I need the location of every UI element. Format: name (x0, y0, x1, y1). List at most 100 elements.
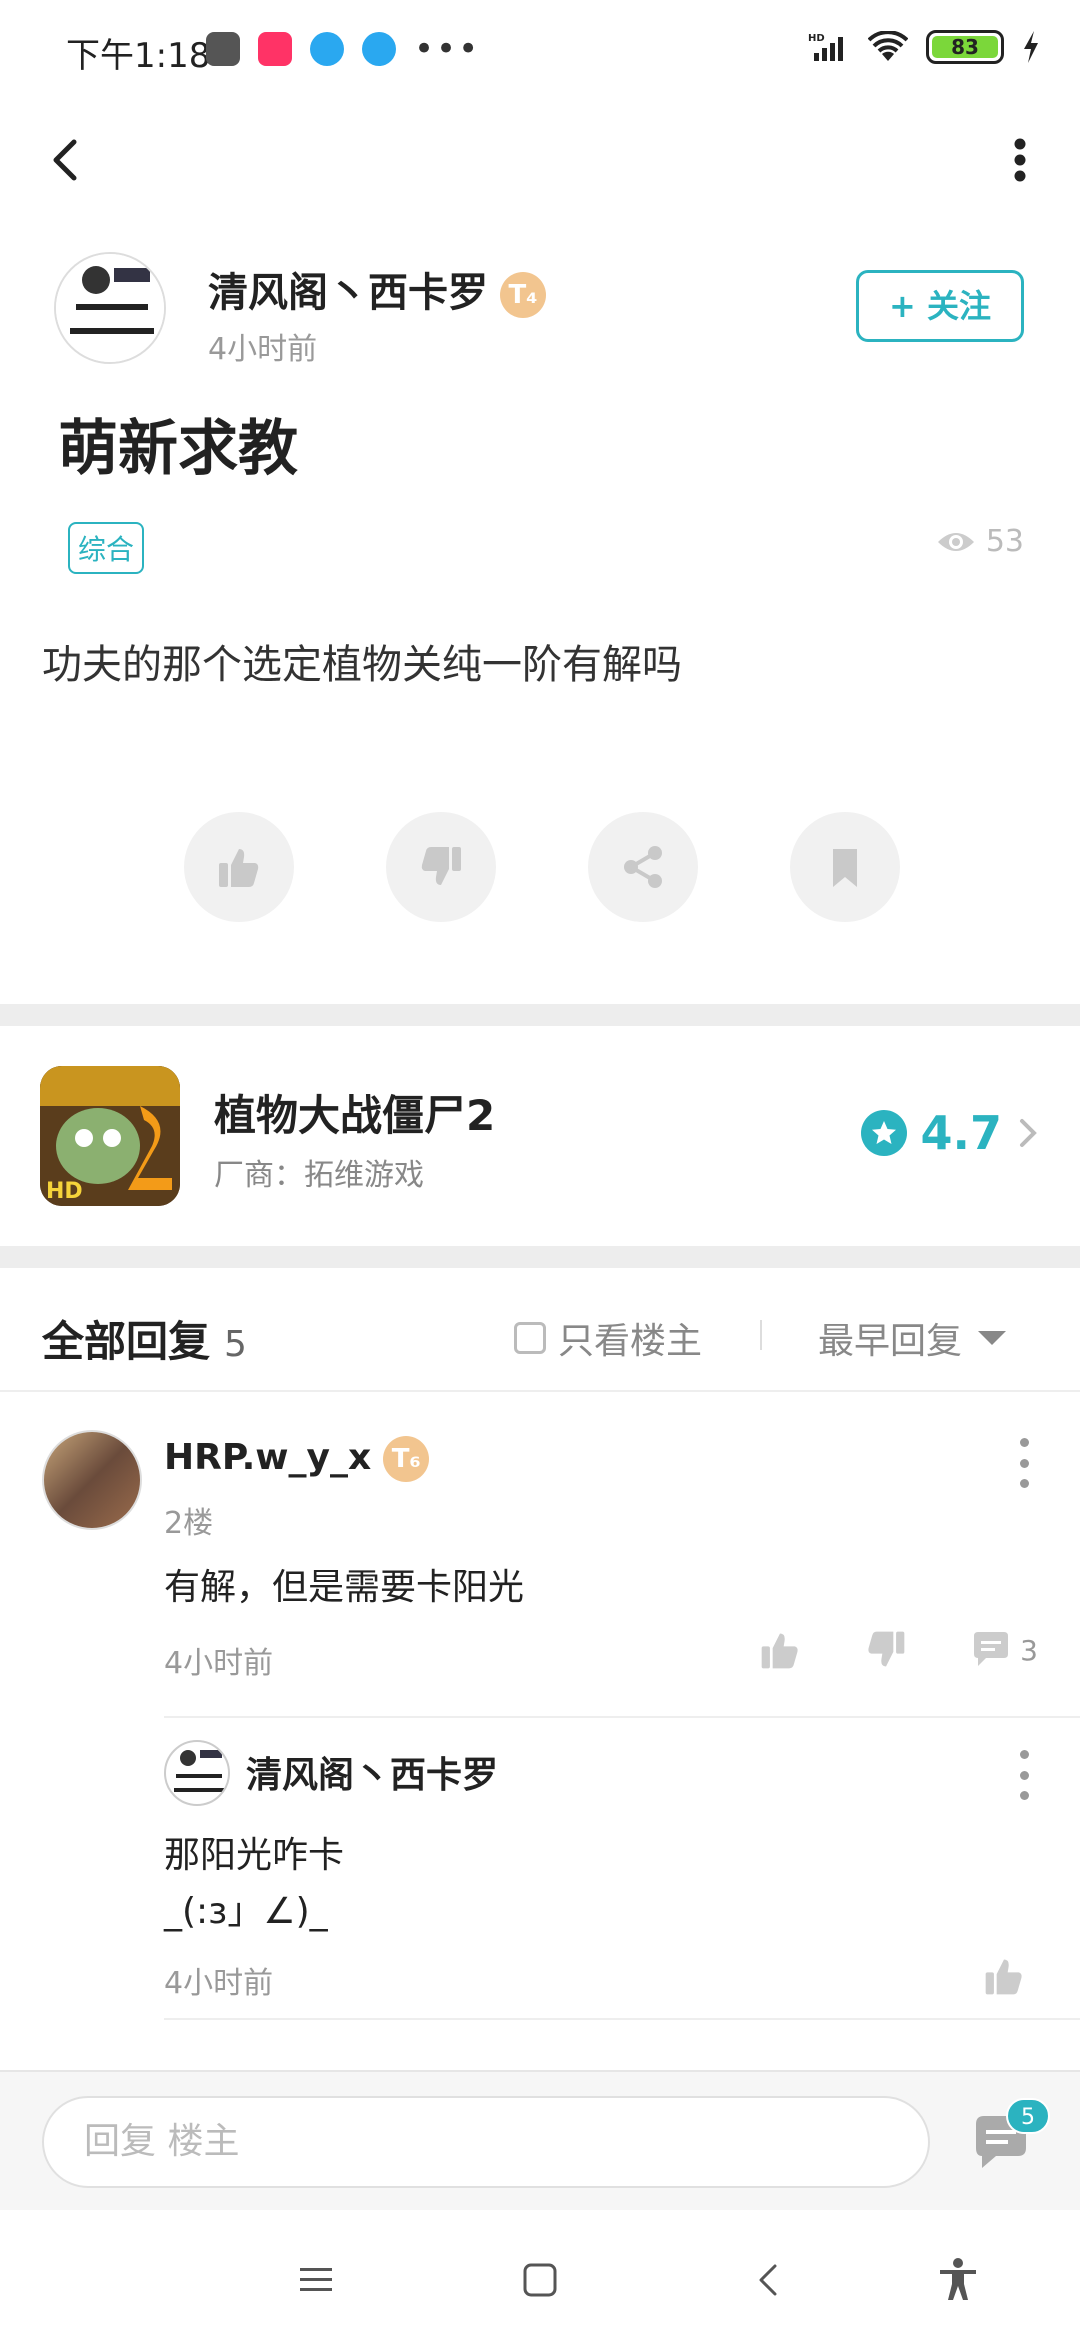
sub-reply-line-2: _(:з」∠)_ (164, 1891, 328, 1932)
reply-comment-button[interactable]: 3 (970, 1630, 1038, 1670)
post-title: 萌新求教 (58, 414, 298, 484)
wifi-icon (868, 31, 908, 61)
accessibility-button[interactable] (928, 2250, 988, 2310)
rating-value: 4.7 (920, 1106, 1003, 1160)
game-card[interactable]: HD 植物大战僵尸2 厂商：拓维游戏 4.7 (0, 1026, 1080, 1246)
sub-reply-author-name[interactable]: 清风阁丶西卡罗 (246, 1746, 498, 1798)
battery-level: 83 (932, 36, 998, 58)
back-triangle-icon (759, 2264, 777, 2296)
category-tag[interactable]: 综合 (68, 522, 145, 574)
sort-dropdown[interactable]: 最早回复 (818, 1312, 1007, 1364)
battery-icon: 83 (926, 30, 1004, 64)
dropdown-arrow-icon (978, 1331, 1007, 1345)
bilibili-app-icon (258, 32, 292, 66)
thumbs-up-icon[interactable] (758, 1628, 802, 1672)
mi-app-icon (206, 32, 240, 66)
meme-avatar-image (56, 254, 164, 362)
charging-icon (1024, 31, 1038, 63)
system-navigation-bar (0, 2210, 1080, 2340)
thumbs-down-icon[interactable] (864, 1628, 908, 1672)
star-icon (860, 1110, 907, 1156)
system-indicators: HD 83 (808, 30, 1040, 64)
reply-text: 有解，但是需要卡阳光 (164, 1567, 525, 1608)
bookmark-icon (833, 849, 857, 887)
reply-author-name[interactable]: HRP.w_y_x (164, 1437, 371, 1478)
status-bar: 下午1:18 ••• HD 83 (0, 0, 1080, 100)
thumbs-up-icon (219, 849, 259, 887)
level-badge: T₆ (383, 1436, 430, 1482)
post-actions (184, 812, 900, 922)
home-button[interactable] (510, 2250, 570, 2310)
comments-badge: 5 (1006, 2098, 1050, 2134)
replies-count: 5 (224, 1324, 247, 1365)
reply-avatar[interactable] (42, 1430, 142, 1530)
view-count-value: 53 (985, 524, 1024, 559)
section-divider (0, 1004, 1080, 1026)
recent-apps-button[interactable] (286, 2250, 346, 2310)
back-arrow-icon (53, 139, 77, 181)
follow-button[interactable]: + 关注 (856, 270, 1024, 342)
comment-icon (974, 1632, 1009, 1666)
thumbs-up-icon (985, 1959, 1022, 1995)
blue-app-icon (362, 32, 396, 66)
notification-icons: ••• (206, 32, 480, 66)
header-separator (760, 1320, 762, 1350)
reply-floor: 2楼 (164, 1506, 214, 1541)
post-time: 4小时前 (208, 332, 318, 367)
share-button[interactable] (588, 812, 698, 922)
reply-actions: 3 (758, 1628, 1038, 1672)
game-name: 植物大战僵尸2 (214, 1091, 496, 1140)
game-icon: HD (40, 1066, 180, 1206)
share-icon (624, 846, 662, 888)
reply-time: 4小时前 (164, 1646, 274, 1681)
svg-text:HD: HD (46, 1179, 83, 1204)
accessibility-icon (940, 2258, 976, 2300)
menu-icon (300, 2268, 332, 2291)
only-op-toggle[interactable]: 只看楼主 (514, 1312, 702, 1364)
status-time: 下午1:18 (66, 36, 211, 76)
reply-name-row: HRP.w_y_x T₆ (164, 1436, 430, 1482)
sub-reply-like-button[interactable] (982, 1954, 1026, 2002)
sub-reply-more-button[interactable] (1012, 1750, 1036, 1800)
bookmark-button[interactable] (790, 812, 900, 922)
post-author: 清风阁丶西卡罗 T₄ 4小时前 + 关注 (0, 250, 1080, 370)
author-name[interactable]: 清风阁丶西卡罗 (208, 270, 488, 316)
more-vertical-icon (1014, 138, 1026, 182)
sub-reply-line-1: 那阳光咋卡 (164, 1835, 345, 1876)
thumbs-down-icon (421, 847, 461, 885)
sub-reply-avatar[interactable] (164, 1740, 230, 1806)
sub-reply-text: 那阳光咋卡 _(:з」∠)_ (164, 1828, 344, 1940)
sort-label: 最早回复 (818, 1321, 963, 1362)
svg-text:HD: HD (808, 33, 825, 44)
chevron-right-icon (1020, 1119, 1037, 1147)
more-icon: ••• (414, 29, 481, 69)
pvz2-game-art: HD (40, 1066, 180, 1206)
reply-more-button[interactable] (1012, 1438, 1036, 1488)
only-op-label: 只看楼主 (558, 1321, 703, 1362)
sub-reply-item: 清风阁丶西卡罗 那阳光咋卡 _(:з」∠)_ 4小时前 (164, 1716, 1080, 2042)
dislike-button[interactable] (386, 812, 496, 922)
system-back-button[interactable] (738, 2250, 798, 2310)
sub-reply-time: 4小时前 (164, 1966, 274, 2001)
more-menu-button[interactable] (990, 130, 1050, 190)
game-vendor: 厂商：拓维游戏 (214, 1158, 424, 1193)
reply-input[interactable]: 回复 楼主 (42, 2096, 930, 2188)
author-name-row: 清风阁丶西卡罗 T₄ (208, 260, 546, 318)
back-button[interactable] (40, 130, 100, 190)
reply-input-bar: 回复 楼主 5 (0, 2070, 1080, 2210)
only-op-checkbox[interactable] (514, 1322, 546, 1354)
replies-title: 全部回复 (42, 1317, 211, 1366)
view-count: 53 (936, 524, 1024, 559)
section-divider (0, 1246, 1080, 1268)
hd-signal-icon: HD (808, 33, 843, 61)
sub-reply-divider (164, 2018, 1080, 2020)
post-body: 功夫的那个选定植物关纯一阶有解吗 (42, 642, 682, 688)
reply-comment-count: 3 (1020, 1633, 1038, 1667)
author-avatar[interactable] (54, 252, 166, 364)
eye-icon (937, 532, 974, 551)
replies-title-row: 全部回复 5 (42, 1308, 247, 1369)
top-nav (0, 110, 1080, 210)
replies-header: 全部回复 5 只看楼主 最早回复 (0, 1272, 1080, 1392)
game-rating: 4.7 (860, 1106, 1041, 1160)
like-button[interactable] (184, 812, 294, 922)
